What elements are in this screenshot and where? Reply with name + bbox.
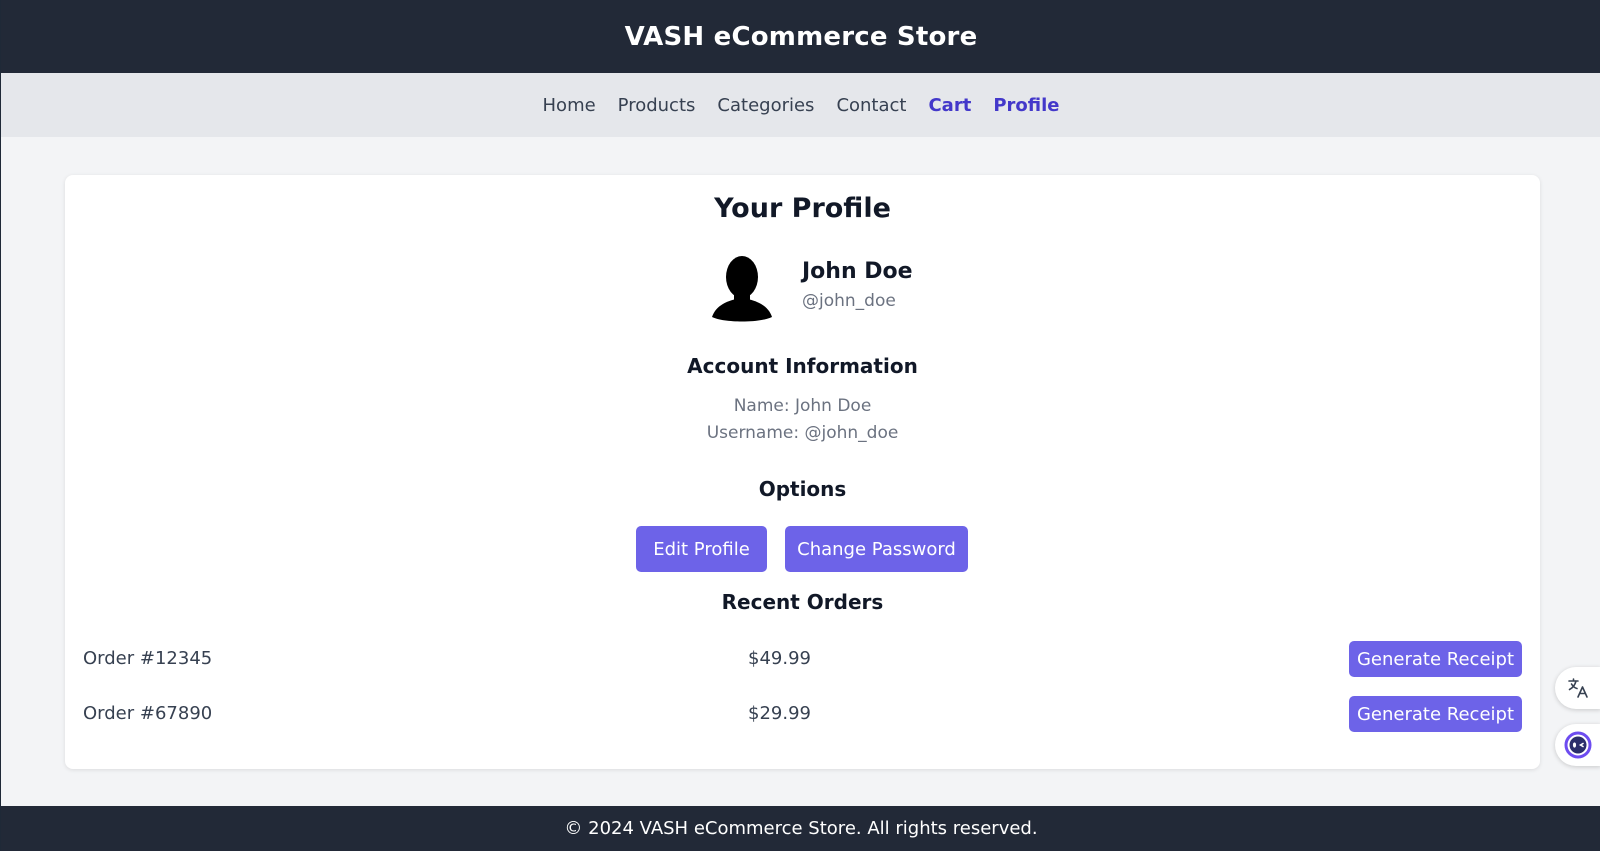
order-row: Order #67890 $29.99 Generate Receipt <box>65 696 1540 732</box>
account-username-line: Username: @john_doe <box>706 423 899 443</box>
account-info-heading: Account Information <box>687 354 918 378</box>
order-row: Order #12345 $49.99 Generate Receipt <box>65 641 1540 677</box>
top-header: VASH eCommerce Store <box>1 0 1600 73</box>
order-price: $29.99 <box>748 703 811 724</box>
nav-products-link[interactable]: Products <box>618 95 696 116</box>
recent-orders-heading: Recent Orders <box>721 590 884 614</box>
translate-button[interactable] <box>1555 667 1600 709</box>
generate-receipt-button[interactable]: Generate Receipt <box>1349 696 1522 732</box>
profile-card: Your Profile John Doe @john_doe Account … <box>65 175 1540 769</box>
nav-profile-link[interactable]: Profile <box>993 95 1059 116</box>
nav-cart-link[interactable]: Cart <box>928 95 971 116</box>
order-id: Order #12345 <box>83 648 213 669</box>
user-handle: @john_doe <box>802 291 896 311</box>
page: VASH eCommerce Store Home Products Categ… <box>0 0 1600 851</box>
assistant-button[interactable] <box>1555 724 1600 766</box>
change-password-button[interactable]: Change Password <box>785 526 968 572</box>
page-title: Your Profile <box>714 193 891 224</box>
edit-profile-button[interactable]: Edit Profile <box>636 526 767 572</box>
generate-receipt-button[interactable]: Generate Receipt <box>1349 641 1522 677</box>
account-name-line: Name: John Doe <box>733 396 872 416</box>
store-title: VASH eCommerce Store <box>624 21 978 52</box>
nav-home-link[interactable]: Home <box>543 95 596 116</box>
footer: © 2024 VASH eCommerce Store. All rights … <box>1 806 1600 851</box>
assistant-icon <box>1564 731 1592 759</box>
copyright-text: © 2024 VASH eCommerce Store. All rights … <box>564 818 1038 839</box>
avatar-person-silhouette-icon <box>712 256 772 322</box>
main-nav: Home Products Categories Contact Cart Pr… <box>1 73 1600 137</box>
user-name: John Doe <box>802 259 913 284</box>
options-heading: Options <box>758 477 847 501</box>
user-summary: John Doe @john_doe <box>710 255 1010 325</box>
order-id: Order #67890 <box>83 703 213 724</box>
order-price: $49.99 <box>748 648 811 669</box>
translate-icon <box>1568 678 1588 698</box>
nav-categories-link[interactable]: Categories <box>717 95 814 116</box>
nav-contact-link[interactable]: Contact <box>836 95 906 116</box>
